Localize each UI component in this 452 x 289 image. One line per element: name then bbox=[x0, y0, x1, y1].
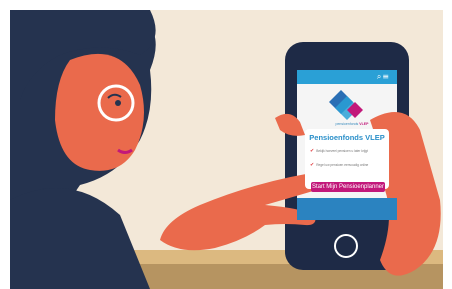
intro-card: Pensioenfonds VLEP ✔ Bekijk hoeveel pensi… bbox=[305, 129, 389, 189]
start-planner-button[interactable]: Start Mijn Pensioenplanner bbox=[311, 182, 385, 192]
vlep-logo-icon bbox=[329, 90, 363, 120]
brand-caption-accent: VLEP bbox=[359, 122, 369, 126]
checklist-item: ✔ Regel uw pensioen eenvoudig online bbox=[310, 162, 386, 168]
topbar-icons: ⌕≡ bbox=[376, 73, 389, 81]
check-icon: ✔ bbox=[310, 148, 315, 154]
search-icon[interactable]: ⌕ bbox=[377, 72, 381, 81]
phone-screen: ⌕≡ pensioenfonds VLEP Pensioenfonds VLEP… bbox=[297, 70, 397, 220]
video-frame: ⌕≡ pensioenfonds VLEP Pensioenfonds VLEP… bbox=[0, 0, 452, 289]
eye bbox=[115, 100, 121, 106]
hamburger-menu-icon[interactable]: ≡ bbox=[382, 72, 389, 81]
check-icon: ✔ bbox=[310, 162, 315, 168]
checklist-item: ✔ Bekijk hoeveel pensioen u later krijgt bbox=[310, 148, 386, 154]
checklist-text: Bekijk hoeveel pensioen u later krijgt bbox=[316, 149, 368, 153]
checklist-text: Regel uw pensioen eenvoudig online bbox=[316, 163, 369, 167]
brand-caption-prefix: pensioenfonds bbox=[335, 122, 359, 126]
app-footer-band bbox=[297, 198, 397, 220]
card-title: Pensioenfonds VLEP bbox=[309, 133, 385, 142]
brand-caption: pensioenfonds VLEP bbox=[317, 122, 387, 126]
app-topbar: ⌕≡ bbox=[297, 70, 397, 84]
